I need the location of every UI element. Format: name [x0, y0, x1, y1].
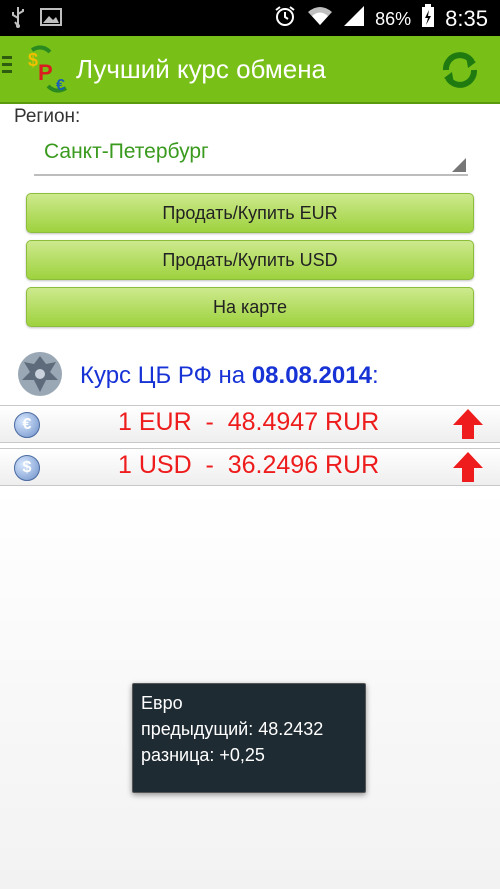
toast-previous: предыдущий: 48.2432	[141, 719, 324, 739]
buy-sell-usd-button[interactable]: Продать/Купить USD	[26, 240, 474, 280]
cb-rate-title: Курс ЦБ РФ на 08.08.2014:	[80, 362, 379, 390]
svg-text:P: P	[38, 60, 53, 85]
dollar-coin-icon: $	[14, 455, 40, 481]
app-title: Лучший курс обмена	[76, 54, 327, 84]
map-button[interactable]: На карте	[26, 287, 474, 327]
central-bank-emblem-icon	[14, 350, 66, 398]
battery-percent: 86%	[375, 8, 412, 29]
region-selected-value: Санкт-Петербург	[44, 140, 209, 163]
cb-rate-header: Курс ЦБ РФ на 08.08.2014:	[0, 350, 500, 400]
menu-icon[interactable]	[2, 56, 12, 77]
rate-text-eur: 1 EUR - 48.4947 RUR	[118, 408, 380, 436]
rate-details-toast: Евро предыдущий: 48.2432 разница: +0,25	[132, 683, 366, 793]
region-spinner[interactable]: Санкт-Петербург	[34, 136, 468, 176]
wifi-icon	[307, 5, 333, 33]
toast-currency: Евро	[141, 693, 183, 713]
cb-date: 08.08.2014	[251, 362, 372, 389]
rate-row-eur[interactable]: € 1 EUR - 48.4947 RUR	[0, 405, 500, 443]
trend-up-arrow-icon	[452, 451, 484, 483]
toast-difference: разница: +0,25	[141, 745, 265, 765]
alarm-icon	[273, 4, 297, 34]
image-icon	[40, 7, 62, 33]
refresh-icon[interactable]	[438, 48, 482, 92]
usb-icon	[10, 6, 26, 34]
trend-up-arrow-icon	[452, 408, 484, 440]
svg-text:€: €	[56, 77, 65, 94]
dropdown-arrow-icon	[452, 158, 466, 172]
cb-suffix: :	[371, 362, 379, 389]
rate-text-usd: 1 USD - 36.2496 RUR	[118, 451, 380, 479]
clock: 8:35	[445, 6, 488, 31]
cb-prefix: Курс ЦБ РФ на	[80, 362, 252, 389]
signal-icon	[343, 5, 365, 33]
buy-sell-eur-button[interactable]: Продать/Купить EUR	[26, 193, 474, 233]
action-bar: $ P € Лучший курс обмена	[0, 36, 500, 104]
app-logo-icon[interactable]: $ P €	[26, 44, 72, 94]
rate-row-usd[interactable]: $ 1 USD - 36.2496 RUR	[0, 448, 500, 486]
battery-icon	[421, 4, 435, 34]
region-label: Регион:	[14, 106, 81, 127]
svg-text:$: $	[28, 50, 38, 70]
euro-coin-icon: €	[14, 412, 40, 438]
status-bar: 86% 8:35	[0, 0, 500, 36]
